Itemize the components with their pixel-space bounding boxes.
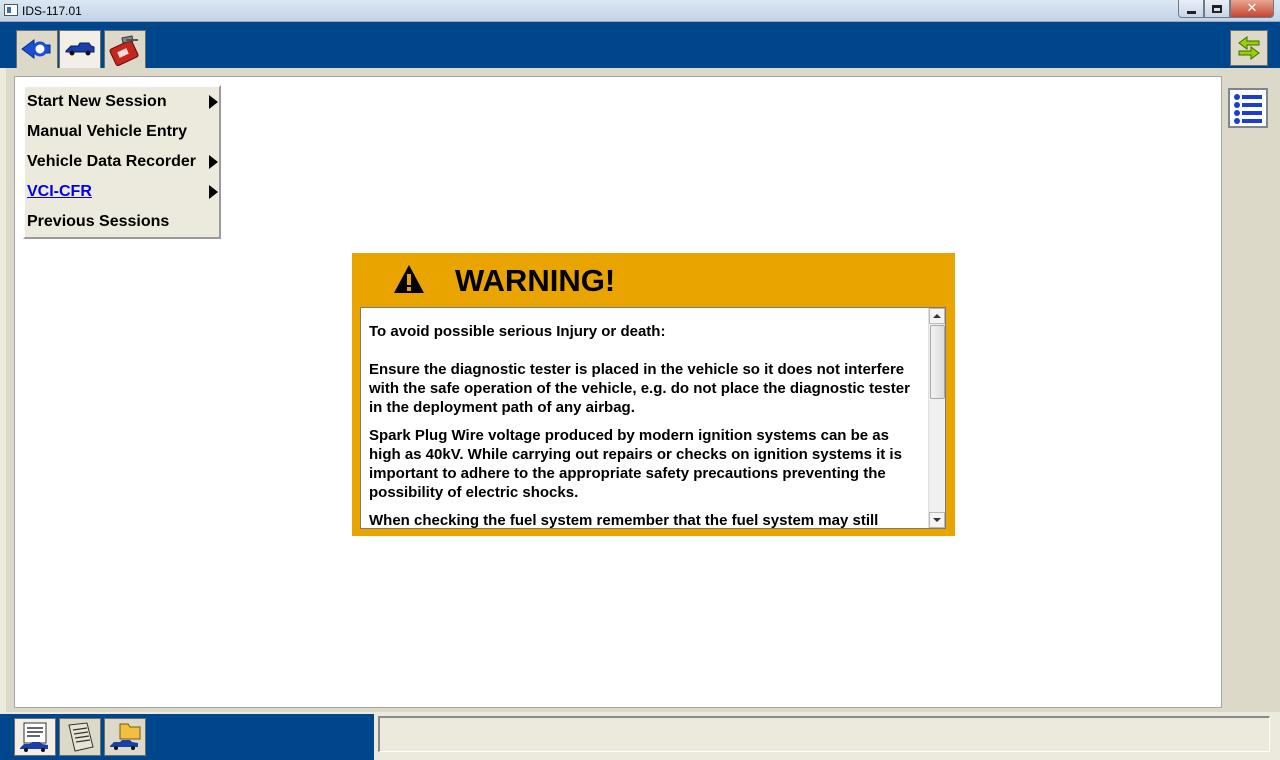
right-sidebar [1224, 68, 1280, 712]
menu-item-previous-sessions[interactable]: Previous Sessions [25, 207, 219, 237]
bottom-bar [0, 712, 1280, 760]
scroll-thumb[interactable] [930, 325, 945, 399]
scroll-down-button[interactable] [929, 512, 945, 528]
warning-text: To avoid possible serious Injury or deat… [369, 322, 921, 529]
menu-item-vehicle-data-recorder[interactable]: Vehicle Data Recorder [25, 147, 219, 177]
menu-item-start-new-session[interactable]: Start New Session [25, 87, 219, 117]
window-controls: ✕ [1178, 0, 1274, 18]
window-title: IDS-117.01 [22, 4, 82, 18]
minimize-button[interactable] [1178, 0, 1204, 18]
warning-title: WARNING! [455, 263, 616, 298]
session-menu: Start New Session Manual Vehicle Entry V… [23, 85, 221, 239]
tab-back[interactable] [16, 30, 58, 68]
tab-vehicle-folder[interactable] [104, 718, 146, 756]
tab-toolbox[interactable] [104, 30, 146, 68]
bottom-toolbar [0, 714, 374, 760]
submenu-arrow-icon [209, 155, 218, 169]
main-frame: Start New Session Manual Vehicle Entry V… [6, 68, 1224, 712]
minimize-icon [1186, 11, 1196, 14]
scroll-up-arrow-icon [933, 314, 941, 318]
close-icon: ✕ [1246, 1, 1258, 16]
warning-dialog: WARNING! To avoid possible serious Injur… [352, 253, 955, 536]
list-icon [1234, 94, 1262, 124]
warning-paragraph: Ensure the diagnostic tester is placed i… [369, 361, 910, 416]
header-toolbar [0, 22, 1280, 70]
list-view-button[interactable] [1228, 88, 1268, 128]
menu-item-label: Start New Session [27, 93, 167, 110]
back-arrow-icon [21, 39, 51, 59]
vehicle-info-icon [20, 722, 48, 752]
tab-notes[interactable] [59, 718, 101, 756]
maximize-button[interactable] [1204, 0, 1230, 18]
menu-item-vci-cfr[interactable]: VCI-CFR [25, 177, 219, 207]
notes-icon [68, 722, 94, 752]
warning-triangle-icon [394, 265, 424, 293]
warning-lead: To avoid possible serious Injury or deat… [369, 323, 666, 340]
vehicle-folder-icon [110, 723, 141, 750]
exchange-arrows-icon [1238, 36, 1260, 60]
status-bar [378, 716, 1270, 752]
vehicle-icon [65, 42, 95, 56]
content-area: Start New Session Manual Vehicle Entry V… [14, 76, 1222, 708]
menu-item-label: Vehicle Data Recorder [27, 153, 196, 170]
menu-item-label: Manual Vehicle Entry [27, 123, 188, 140]
exchange-button[interactable] [1230, 30, 1268, 66]
menu-item-label[interactable]: VCI-CFR [27, 183, 92, 200]
menu-item-manual-vehicle-entry[interactable]: Manual Vehicle Entry [25, 117, 219, 147]
warning-text-box: To avoid possible serious Injury or deat… [360, 307, 946, 529]
submenu-arrow-icon [209, 185, 218, 199]
warning-paragraph: Spark Plug Wire voltage produced by mode… [369, 427, 902, 501]
menu-item-label: Previous Sessions [27, 213, 170, 230]
scroll-down-arrow-icon [933, 518, 941, 522]
close-button[interactable]: ✕ [1230, 0, 1274, 18]
warning-paragraph: When checking the fuel system remember t… [369, 512, 879, 529]
app-icon [4, 4, 18, 16]
warning-scrollbar[interactable] [928, 308, 945, 528]
tab-vehicle[interactable] [59, 30, 101, 70]
maximize-icon [1212, 4, 1222, 13]
title-bar: IDS-117.01 ✕ [0, 0, 1280, 22]
tab-vehicle-info[interactable] [14, 718, 56, 756]
toolbox-icon [109, 35, 139, 66]
submenu-arrow-icon [209, 95, 218, 109]
scroll-up-button[interactable] [929, 308, 945, 324]
